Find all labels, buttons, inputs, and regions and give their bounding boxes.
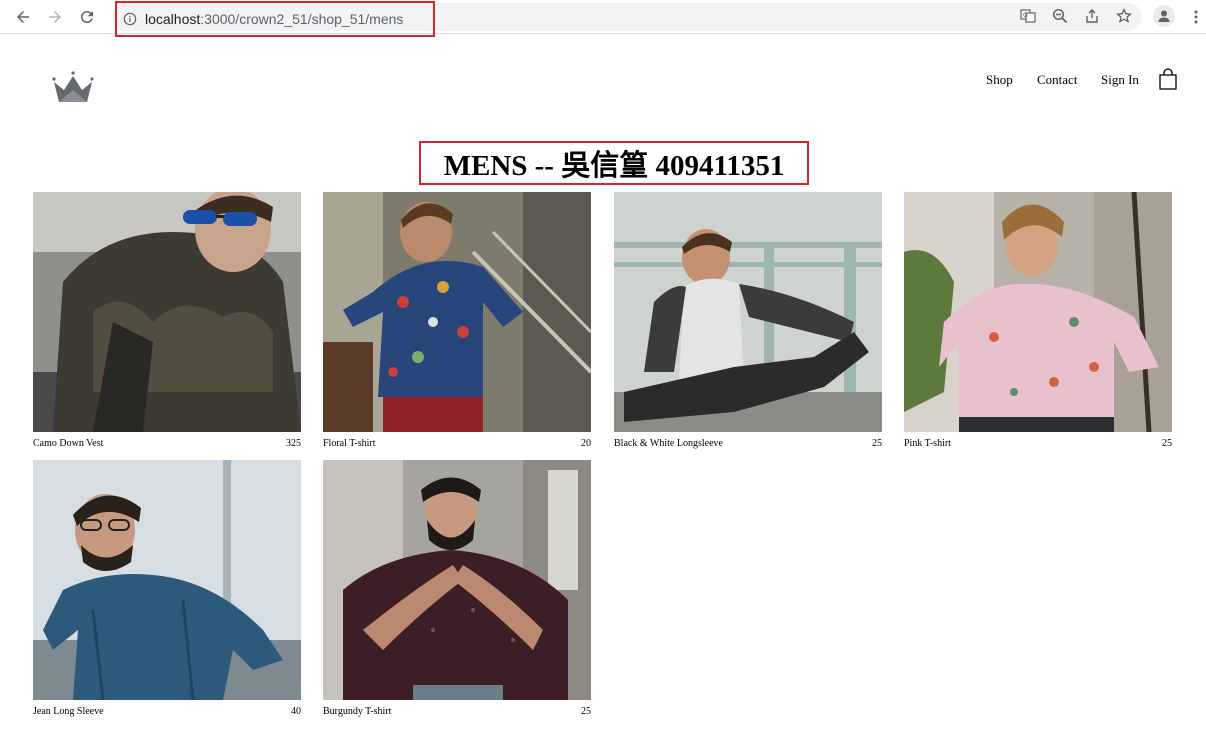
product-image[interactable] bbox=[33, 460, 301, 700]
product-photo bbox=[323, 192, 591, 432]
address-bar[interactable]: localhost:3000/crown2_51/shop_51/mens bbox=[115, 1, 435, 37]
profile-avatar[interactable] bbox=[1153, 5, 1175, 27]
product-price: 325 bbox=[286, 437, 301, 449]
product-name: Jean Long Sleeve bbox=[33, 705, 104, 717]
nav-contact-link[interactable]: Contact bbox=[1037, 72, 1077, 88]
bookmark-button[interactable] bbox=[1115, 7, 1133, 25]
product-footer: Black & White Longsleeve 25 bbox=[614, 436, 882, 450]
svg-text:G: G bbox=[1023, 12, 1028, 19]
product-footer: Jean Long Sleeve 40 bbox=[33, 704, 301, 718]
person-icon bbox=[1158, 10, 1170, 22]
product-name: Pink T-shirt bbox=[904, 437, 951, 449]
product-price: 20 bbox=[581, 437, 591, 449]
zoom-button[interactable] bbox=[1051, 7, 1069, 25]
arrow-right-icon bbox=[49, 11, 61, 23]
product-footer: Burgundy T-shirt 25 bbox=[323, 704, 591, 718]
star-icon bbox=[1116, 8, 1132, 23]
url-host: localhost bbox=[145, 11, 201, 27]
product-card[interactable]: Floral T-shirt 20 bbox=[323, 192, 591, 454]
product-footer: Camo Down Vest 325 bbox=[33, 436, 301, 450]
product-price: 40 bbox=[291, 705, 301, 717]
arrow-left-icon bbox=[17, 11, 29, 23]
browser-menu-button[interactable] bbox=[1188, 7, 1204, 27]
share-icon bbox=[1086, 9, 1098, 23]
product-photo bbox=[33, 460, 301, 700]
product-name: Floral T-shirt bbox=[323, 437, 376, 449]
info-icon[interactable] bbox=[123, 12, 137, 26]
url-path: :3000/crown2_51/shop_51/mens bbox=[200, 11, 404, 27]
collection-title: MENS -- 吳信篁 409411351 bbox=[443, 150, 785, 182]
nav-sign-in-link[interactable]: Sign In bbox=[1101, 72, 1139, 88]
zoom-out-icon bbox=[1052, 8, 1068, 24]
crown-logo-icon[interactable] bbox=[50, 70, 96, 104]
share-button[interactable] bbox=[1083, 7, 1101, 25]
product-photo bbox=[614, 192, 882, 432]
translate-icon: G bbox=[1020, 9, 1036, 23]
product-card[interactable]: Camo Down Vest 325 bbox=[33, 192, 301, 454]
product-price: 25 bbox=[1162, 437, 1172, 449]
nav-shop-link[interactable]: Shop bbox=[986, 72, 1013, 88]
product-name: Black & White Longsleeve bbox=[614, 437, 723, 449]
product-image[interactable] bbox=[614, 192, 882, 432]
product-image[interactable] bbox=[323, 460, 591, 700]
product-photo bbox=[33, 192, 301, 432]
more-vert-icon bbox=[1194, 10, 1198, 24]
reload-button[interactable] bbox=[75, 5, 99, 29]
back-button[interactable] bbox=[11, 5, 35, 29]
product-card[interactable]: Pink T-shirt 25 bbox=[904, 192, 1172, 454]
translate-button[interactable]: G bbox=[1019, 7, 1037, 25]
product-card[interactable]: Black & White Longsleeve 25 bbox=[614, 192, 882, 454]
product-footer: Floral T-shirt 20 bbox=[323, 436, 591, 450]
product-photo bbox=[323, 460, 591, 700]
product-photo bbox=[904, 192, 1172, 432]
product-card[interactable]: Burgundy T-shirt 25 bbox=[323, 460, 591, 722]
collection-title-box: MENS -- 吳信篁 409411351 bbox=[419, 141, 809, 185]
product-price: 25 bbox=[872, 437, 882, 449]
product-price: 25 bbox=[581, 705, 591, 717]
forward-button[interactable] bbox=[43, 5, 67, 29]
product-image[interactable] bbox=[323, 192, 591, 432]
product-image[interactable] bbox=[33, 192, 301, 432]
product-name: Burgundy T-shirt bbox=[323, 705, 392, 717]
product-card[interactable]: Jean Long Sleeve 40 bbox=[33, 460, 301, 722]
browser-toolbar: localhost:3000/crown2_51/shop_51/mens G bbox=[0, 0, 1206, 37]
product-footer: Pink T-shirt 25 bbox=[904, 436, 1172, 450]
product-image[interactable] bbox=[904, 192, 1172, 432]
reload-icon bbox=[80, 11, 93, 24]
product-name: Camo Down Vest bbox=[33, 437, 104, 449]
shopping-bag-icon[interactable] bbox=[1158, 68, 1178, 90]
